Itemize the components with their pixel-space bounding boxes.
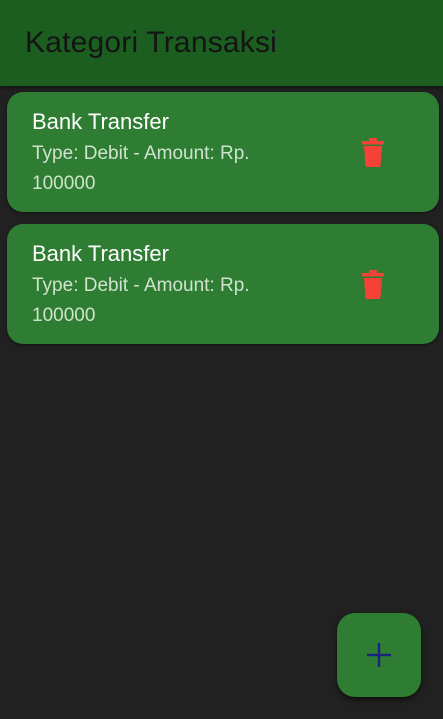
delete-icon xyxy=(362,137,384,167)
delete-icon xyxy=(362,269,384,299)
add-button[interactable] xyxy=(337,613,421,697)
list-item[interactable]: Bank Transfer Type: Debit - Amount: Rp. … xyxy=(7,224,439,344)
add-icon xyxy=(367,643,391,667)
list-item[interactable]: Bank Transfer Type: Debit - Amount: Rp. … xyxy=(7,92,439,212)
transaction-list: Bank Transfer Type: Debit - Amount: Rp. … xyxy=(7,92,439,356)
list-item-subtitle: Type: Debit - Amount: Rp. 100000 xyxy=(32,275,250,326)
app-bar: Kategori Transaksi xyxy=(0,0,443,86)
page-title: Kategori Transaksi xyxy=(25,26,278,59)
delete-button[interactable] xyxy=(355,266,391,302)
list-item-title: Bank Transfer xyxy=(32,109,169,134)
list-item-subtitle: Type: Debit - Amount: Rp. 100000 xyxy=(32,143,250,194)
delete-button[interactable] xyxy=(355,134,391,170)
list-item-title: Bank Transfer xyxy=(32,241,169,266)
